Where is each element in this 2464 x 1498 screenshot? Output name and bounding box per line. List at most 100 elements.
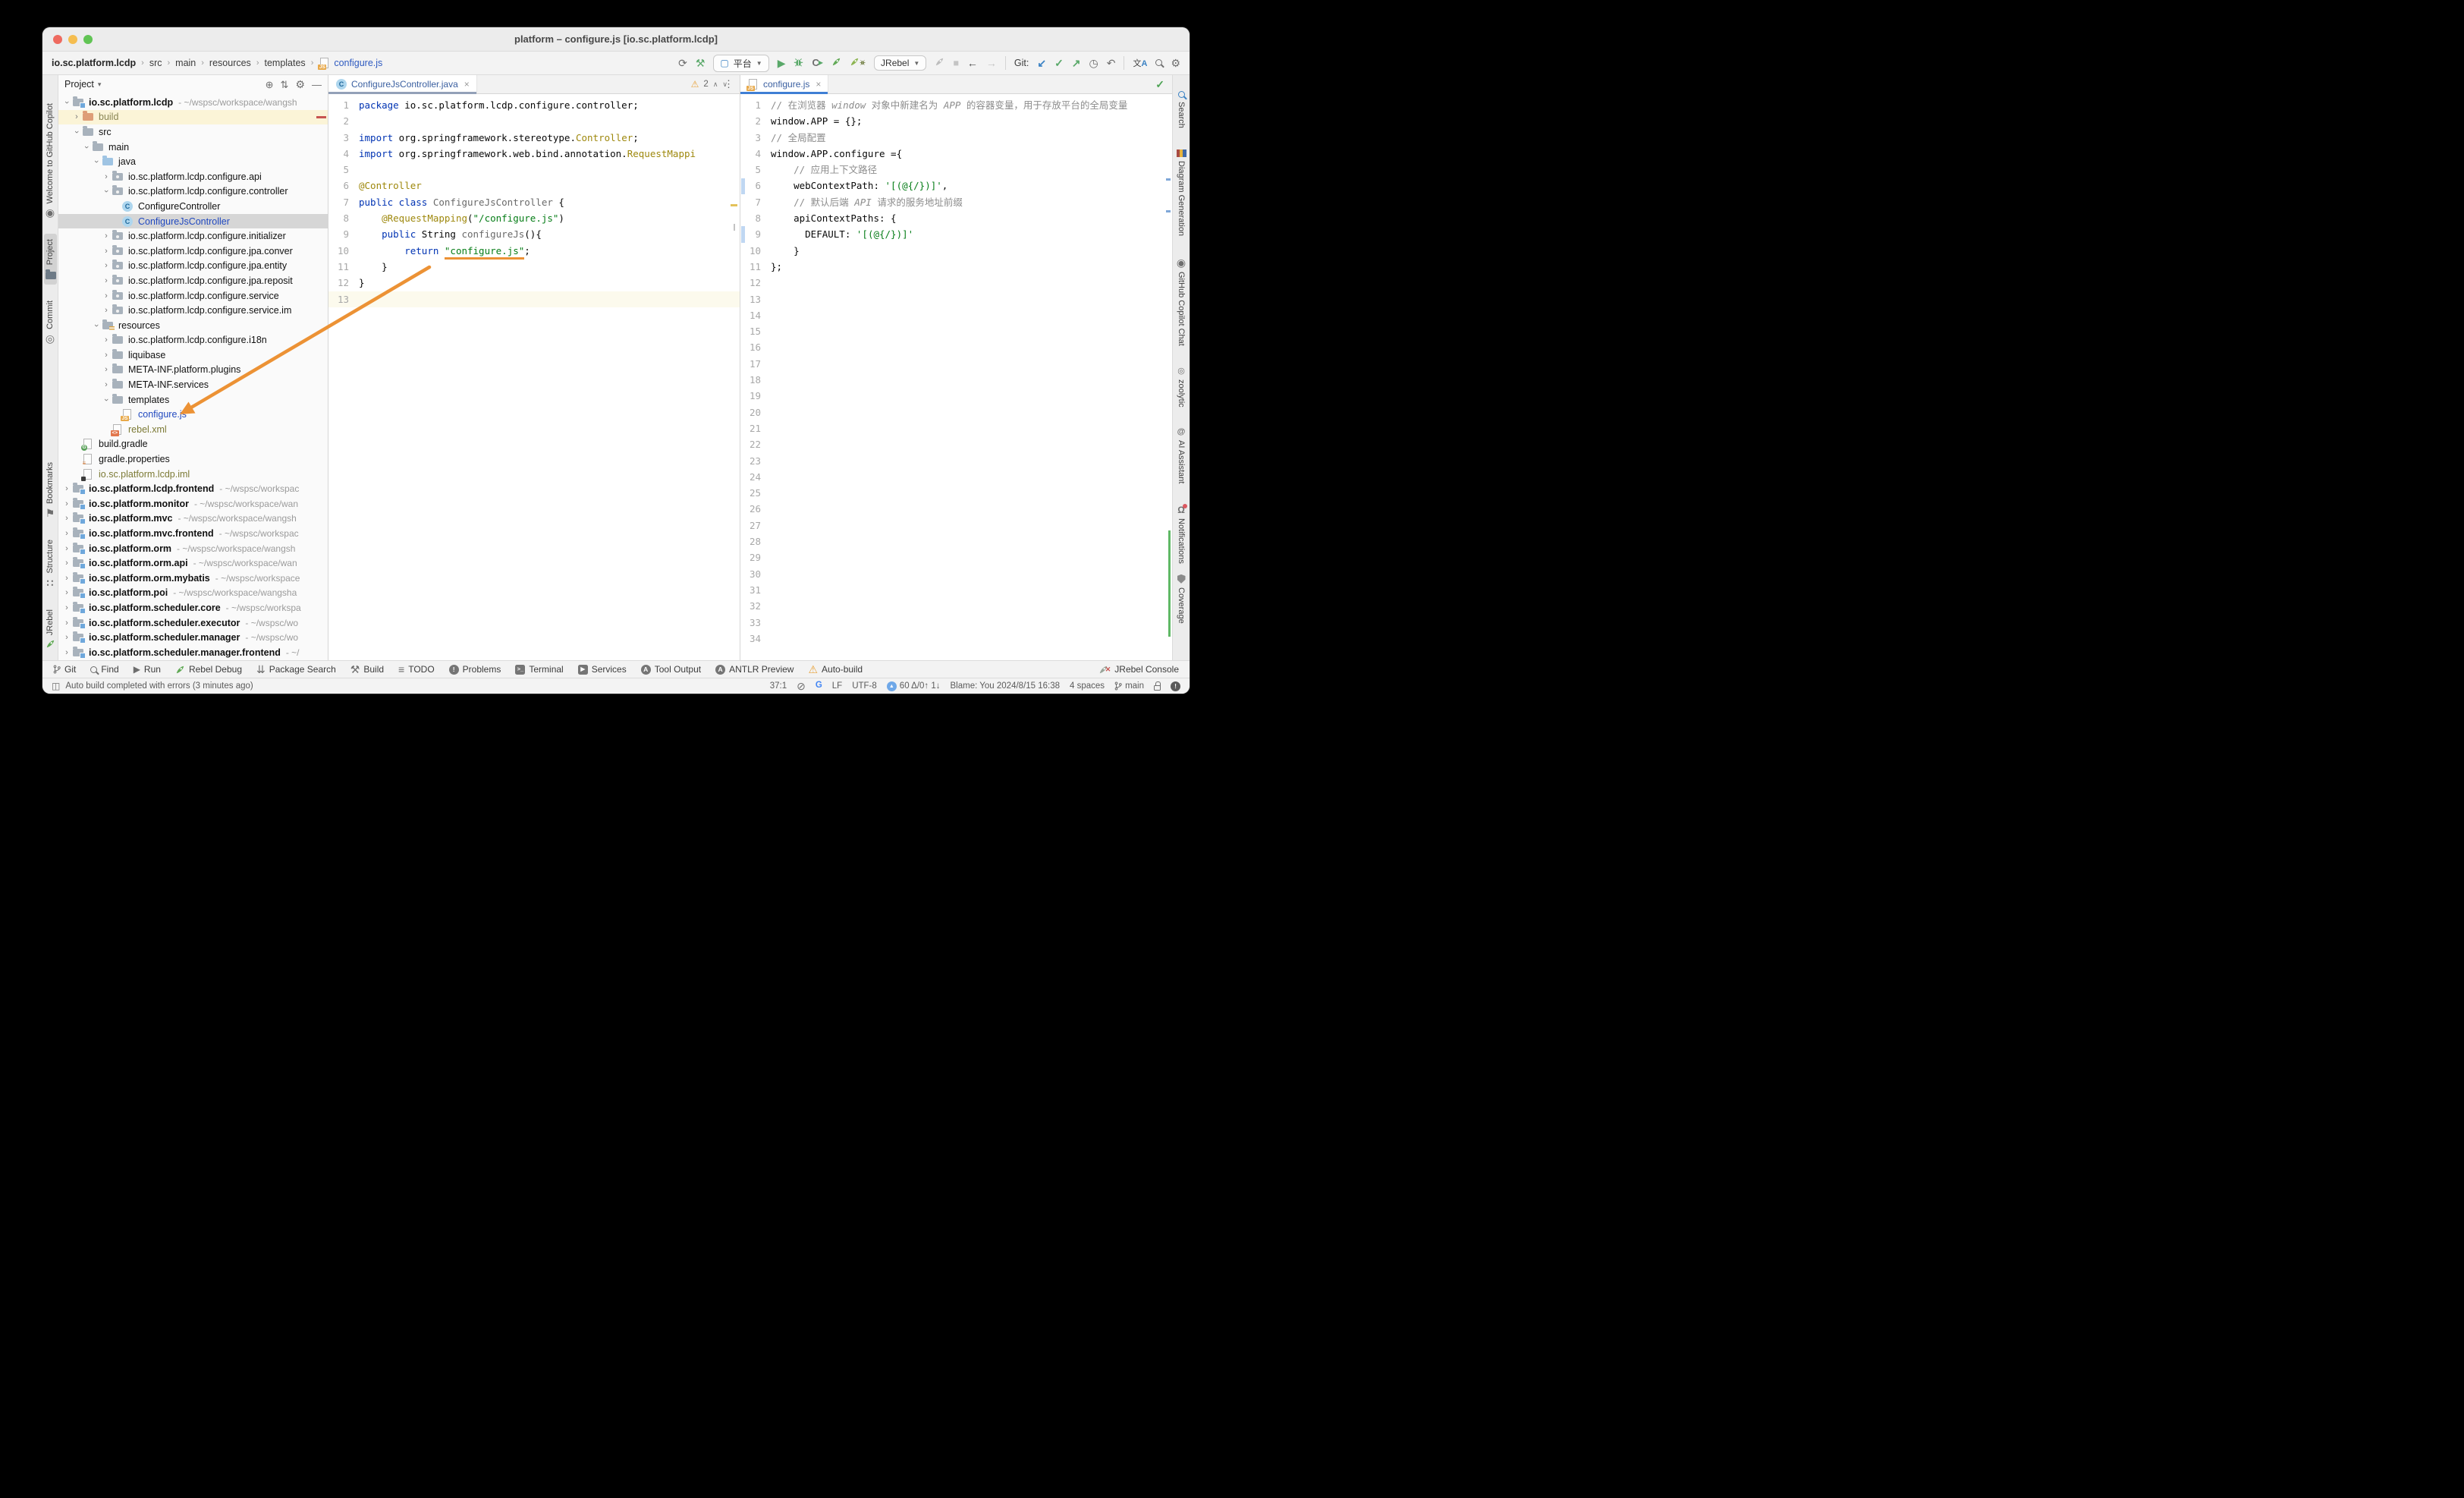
tree-chevron-icon[interactable]: ›: [101, 172, 112, 181]
close-tab-icon[interactable]: ×: [816, 79, 821, 90]
tree-row[interactable]: ›META-INF.services: [58, 377, 328, 392]
stripe-tab-search[interactable]: Search: [1176, 86, 1186, 134]
tree-row[interactable]: ≡gradle.properties: [58, 452, 328, 467]
breadcrumb-item[interactable]: main: [175, 58, 196, 68]
tree-row[interactable]: ›io.sc.platform.mvc.frontend- ~/wspsc/wo…: [58, 526, 328, 541]
stripe-tab-bookmarks[interactable]: Bookmarks⚑: [45, 457, 56, 524]
tree-row[interactable]: ›io.sc.platform.lcdp.configure.initializ…: [58, 228, 328, 244]
tree-row[interactable]: CConfigureJsController: [58, 214, 328, 229]
git-blame[interactable]: Blame: You 2024/8/15 16:38: [951, 681, 1061, 691]
tree-chevron-icon[interactable]: ›: [92, 156, 101, 167]
tree-row[interactable]: ›main: [58, 140, 328, 155]
git-branch[interactable]: main: [1114, 681, 1144, 691]
indent-setting[interactable]: 4 spaces: [1070, 681, 1105, 691]
sync-icon[interactable]: ⟳: [678, 58, 687, 69]
run-config-select[interactable]: ▢平台▼: [713, 55, 768, 72]
tree-chevron-icon[interactable]: ›: [101, 306, 112, 315]
tree-row[interactable]: CConfigureController: [58, 199, 328, 214]
collapse-all-icon[interactable]: ⇅: [281, 79, 289, 90]
stripe-tab-coverage[interactable]: Coverage: [1176, 569, 1186, 629]
tool-button-rebel-debug[interactable]: Rebel Debug: [175, 664, 242, 675]
tree-row[interactable]: ›templates: [58, 392, 328, 408]
stripe-tab-jrebel[interactable]: JRebel: [45, 604, 56, 654]
inspection-widget[interactable]: ⚠ 2 ∧ ∨: [691, 79, 728, 90]
tree-chevron-icon[interactable]: ›: [102, 395, 111, 405]
tool-button-services[interactable]: ▶Services: [578, 664, 627, 675]
memory-indicator-icon[interactable]: !: [1171, 681, 1180, 691]
tree-row[interactable]: Gbuild.gradle: [58, 437, 328, 452]
tool-button-antlr-preview[interactable]: AANTLR Preview: [715, 664, 794, 675]
tree-row[interactable]: ›io.sc.platform.orm.api- ~/wspsc/workspa…: [58, 555, 328, 571]
breadcrumb-item[interactable]: templates: [264, 58, 305, 68]
caret-position[interactable]: 37:1: [770, 681, 787, 691]
tree-row[interactable]: ›io.sc.platform.lcdp.configure.service.i…: [58, 303, 328, 318]
jrebel-debug-icon[interactable]: [850, 57, 866, 69]
tool-button-problems[interactable]: !Problems: [449, 664, 501, 675]
rollback-icon[interactable]: ↶: [1107, 58, 1116, 69]
tree-chevron-icon[interactable]: ›: [61, 559, 72, 568]
tree-chevron-icon[interactable]: ›: [101, 380, 112, 389]
tree-chevron-icon[interactable]: ›: [71, 112, 82, 121]
close-tab-icon[interactable]: ×: [464, 79, 470, 90]
tree-row[interactable]: ›io.sc.platform.scheduler.manager.fronte…: [58, 645, 328, 660]
tree-chevron-icon[interactable]: ›: [61, 499, 72, 508]
tree-chevron-icon[interactable]: ›: [101, 365, 112, 374]
js-code-area[interactable]: 1234567891011121314151617181920212223242…: [740, 94, 1172, 660]
tree-row[interactable]: ›io.sc.platform.monitor- ~/wspsc/workspa…: [58, 496, 328, 511]
tree-chevron-icon[interactable]: ›: [61, 529, 72, 538]
tree-row[interactable]: ›io.sc.platform.lcdp.configure.jpa.repos…: [58, 273, 328, 288]
settings-icon[interactable]: ⚙: [1171, 58, 1180, 69]
copilot-status-icon[interactable]: ⊘: [797, 681, 806, 691]
tool-button-todo[interactable]: ≡TODO: [398, 664, 435, 675]
tree-row[interactable]: ›io.sc.platform.lcdp.configure.controlle…: [58, 184, 328, 200]
prev-problem-icon[interactable]: ∧: [713, 80, 718, 89]
tree-chevron-icon[interactable]: ›: [72, 127, 81, 137]
tree-row[interactable]: io.sc.platform.lcdp.iml: [58, 467, 328, 482]
tree-chevron-icon[interactable]: ›: [101, 335, 112, 345]
tree-row[interactable]: ›io.sc.platform.lcdp.configure.jpa.entit…: [58, 259, 328, 274]
close-window-button[interactable]: [53, 35, 62, 44]
stop-icon[interactable]: ■: [953, 58, 959, 68]
tree-chevron-icon[interactable]: ›: [61, 603, 72, 612]
changes-widget[interactable]: ▲60 Δ/0↑ 1↓: [887, 681, 941, 691]
tree-row[interactable]: ›io.sc.platform.poi- ~/wspsc/workspace/w…: [58, 586, 328, 601]
tree-row[interactable]: ›io.sc.platform.lcdp.configure.jpa.conve…: [58, 244, 328, 259]
tree-chevron-icon[interactable]: ›: [101, 351, 112, 360]
tree-row[interactable]: ›io.sc.platform.orm- ~/wspsc/workspace/w…: [58, 541, 328, 556]
breadcrumb-item[interactable]: src: [149, 58, 162, 68]
tool-button-git[interactable]: Git: [53, 664, 76, 675]
tree-row[interactable]: ›io.sc.platform.scheduler.core- ~/wspsc/…: [58, 600, 328, 615]
tree-row[interactable]: ›build: [58, 110, 328, 125]
git-push-icon[interactable]: ↗: [1072, 58, 1081, 69]
tree-row[interactable]: ›META-INF.platform.plugins: [58, 363, 328, 378]
java-code-area[interactable]: 12345678910111213package io.sc.platform.…: [328, 94, 740, 660]
google-icon[interactable]: G: [816, 681, 822, 691]
tree-chevron-icon[interactable]: ›: [101, 276, 112, 285]
line-ending[interactable]: LF: [832, 681, 842, 691]
search-icon[interactable]: [1155, 58, 1162, 68]
stripe-tab-diagram-generation[interactable]: Diagram Generation: [1176, 144, 1187, 241]
tree-row[interactable]: ›io.sc.platform.lcdp.configure.i18n: [58, 333, 328, 348]
tree-chevron-icon[interactable]: ›: [61, 544, 72, 553]
tree-chevron-icon[interactable]: ›: [102, 186, 111, 197]
stripe-tab-notifications[interactable]: ΩNotifications: [1176, 500, 1186, 569]
tree-row[interactable]: <>rebel.xml: [58, 422, 328, 437]
breadcrumb-item[interactable]: resources: [209, 58, 251, 68]
tree-chevron-icon[interactable]: ›: [61, 633, 72, 642]
file-encoding[interactable]: UTF-8: [852, 681, 877, 691]
build-hammer-icon[interactable]: ⚒: [696, 58, 706, 69]
breadcrumb-item[interactable]: io.sc.platform.lcdp: [52, 58, 136, 68]
forward-icon[interactable]: →: [986, 58, 997, 69]
tool-button-run[interactable]: ▶Run: [134, 664, 161, 675]
next-problem-icon[interactable]: ∨: [722, 80, 728, 89]
panel-settings-icon[interactable]: ⚙: [295, 79, 305, 90]
tool-button-auto-build[interactable]: ⚠Auto-build: [808, 664, 863, 675]
jrebel-run-icon[interactable]: [831, 57, 841, 69]
tab-configurejscontroller-java[interactable]: C ConfigureJsController.java ×: [328, 75, 477, 93]
tree-chevron-icon[interactable]: ›: [92, 320, 101, 331]
back-icon[interactable]: ←: [967, 58, 978, 69]
debug-icon[interactable]: [794, 57, 803, 69]
tree-chevron-icon[interactable]: ›: [61, 648, 72, 657]
layout-icon[interactable]: ◫: [52, 681, 60, 691]
stripe-tab-structure[interactable]: Structure∷: [45, 534, 56, 593]
